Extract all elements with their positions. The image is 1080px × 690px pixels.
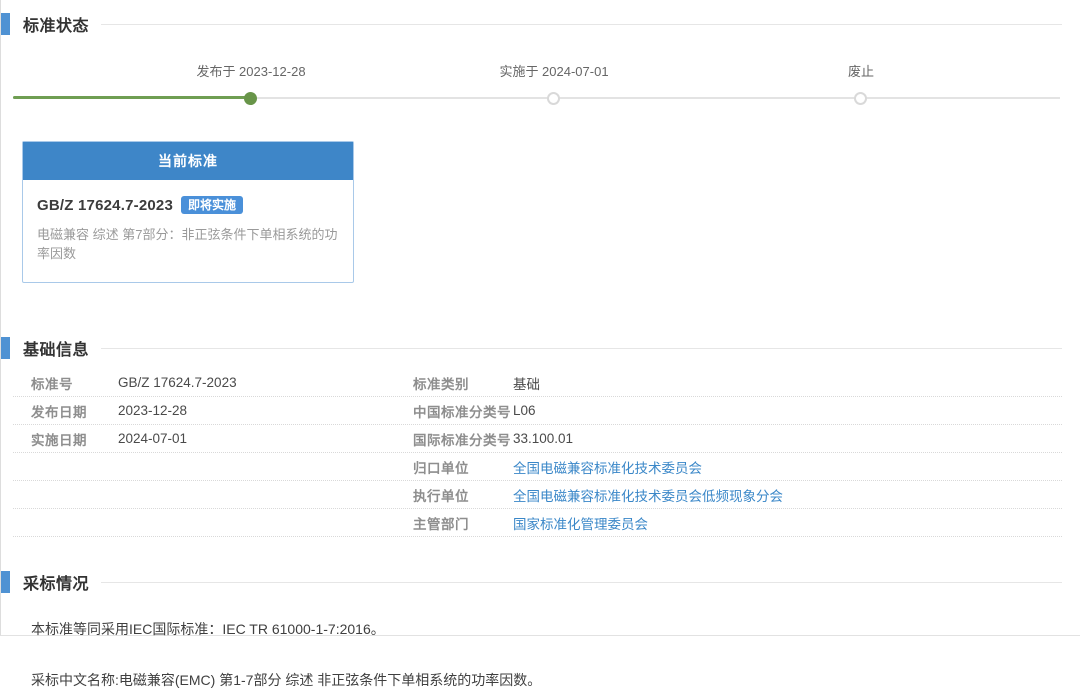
section-divider [101, 348, 1062, 349]
field-value-category: 基础 [513, 373, 1062, 393]
section-marker-icon [1, 571, 10, 593]
field-label-ccs-code: 中国标准分类号 [413, 401, 513, 421]
adoption-statement: 本标准等同采用IEC国际标准：IEC TR 61000-1-7:2016。 [31, 619, 1060, 639]
status-badge: 即将实施 [181, 196, 243, 214]
current-standard-card-body: GB/Z 17624.7-2023 即将实施 电磁兼容 综述 第7部分：非正弦条… [23, 180, 353, 282]
standard-number: GB/Z 17624.7-2023 [37, 197, 173, 214]
field-value-ccs-code: L06 [513, 403, 1062, 418]
technical-committee-link[interactable]: 全国电磁兼容标准化技术委员会 [513, 457, 1062, 477]
section-marker-icon [1, 13, 10, 35]
field-label-technical-committee: 归口单位 [413, 457, 513, 477]
basic-section-title: 基础信息 [23, 336, 89, 360]
adoption-chinese-name: 采标中文名称:电磁兼容(EMC) 第1-7部分 综述 非正弦条件下单相系统的功率… [31, 670, 1060, 690]
table-row: 主管部门 国家标准化管理委员会 [13, 509, 1062, 537]
adoption-section-title: 采标情况 [23, 570, 89, 594]
executing-unit-link[interactable]: 全国电磁兼容标准化技术委员会低频现象分会 [513, 485, 1062, 505]
table-row: 实施日期 2024-07-01 国际标准分类号 33.100.01 [13, 425, 1062, 453]
milestone-published-label: 发布于 2023-12-28 [196, 61, 305, 80]
basic-section-header: 基础信息 [1, 337, 1080, 359]
field-value-ics-code: 33.100.01 [513, 431, 1062, 446]
field-label-ics-code: 国际标准分类号 [413, 429, 513, 449]
competent-department-link[interactable]: 国家标准化管理委员会 [513, 513, 1062, 533]
current-standard-card[interactable]: 当前标准 GB/Z 17624.7-2023 即将实施 电磁兼容 综述 第7部分… [22, 141, 354, 283]
section-standard-status: 标准状态 发布于 2023-12-28 实施于 2024-07-01 废止 当前… [1, 0, 1080, 283]
timeline-progress [13, 96, 251, 99]
section-marker-icon [1, 337, 10, 359]
milestone-dot-empty-icon [547, 92, 560, 105]
field-value-standard-number: GB/Z 17624.7-2023 [118, 375, 413, 390]
milestone-implemented-label: 实施于 2024-07-01 [499, 61, 608, 80]
basic-info-table: 标准号 GB/Z 17624.7-2023 标准类别 基础 发布日期 2023-… [13, 369, 1062, 537]
milestone-abolished-label: 废止 [848, 61, 874, 80]
status-section-title: 标准状态 [23, 12, 89, 36]
field-label-standard-number: 标准号 [13, 373, 118, 393]
field-label-executing-unit: 执行单位 [413, 485, 513, 505]
table-row: 标准号 GB/Z 17624.7-2023 标准类别 基础 [13, 369, 1062, 397]
milestone-dot-empty-icon [854, 92, 867, 105]
adoption-section-header: 采标情况 [1, 571, 1080, 593]
current-standard-card-header: 当前标准 [23, 142, 353, 180]
status-timeline: 发布于 2023-12-28 实施于 2024-07-01 废止 [1, 53, 1080, 115]
field-label-category: 标准类别 [413, 373, 513, 393]
status-section-header: 标准状态 [1, 13, 1080, 35]
field-value-implement-date: 2024-07-01 [118, 431, 413, 446]
table-row: 执行单位 全国电磁兼容标准化技术委员会低频现象分会 [13, 481, 1062, 509]
field-label-competent-department: 主管部门 [413, 513, 513, 533]
field-label-publish-date: 发布日期 [13, 401, 118, 421]
section-divider [101, 582, 1062, 583]
table-row: 归口单位 全国电磁兼容标准化技术委员会 [13, 453, 1062, 481]
section-divider [101, 24, 1062, 25]
standard-title-text: 电磁兼容 综述 第7部分：非正弦条件下单相系统的功率因数 [37, 224, 339, 262]
milestone-dot-filled-icon [244, 92, 257, 105]
section-adoption: 采标情况 本标准等同采用IEC国际标准：IEC TR 61000-1-7:201… [1, 571, 1080, 690]
standard-detail-page: 标准状态 发布于 2023-12-28 实施于 2024-07-01 废止 当前… [0, 0, 1080, 636]
table-row: 发布日期 2023-12-28 中国标准分类号 L06 [13, 397, 1062, 425]
field-label-implement-date: 实施日期 [13, 429, 118, 449]
field-value-publish-date: 2023-12-28 [118, 403, 413, 418]
section-basic-info: 基础信息 标准号 GB/Z 17624.7-2023 标准类别 基础 发布日期 … [1, 337, 1080, 537]
